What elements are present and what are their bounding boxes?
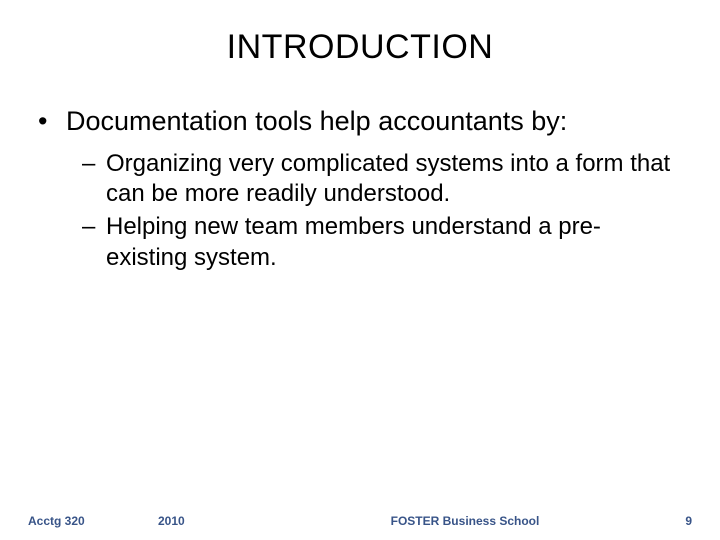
slide-title: INTRODUCTION xyxy=(0,0,720,67)
bullet-level1-text: Documentation tools help accountants by: xyxy=(66,105,567,139)
slide-body: • Documentation tools help accountants b… xyxy=(0,67,720,274)
bullet-level2-text: Organizing very complicated systems into… xyxy=(106,149,682,210)
footer-page-number: 9 xyxy=(642,514,692,528)
bullet-level2: – Organizing very complicated systems in… xyxy=(82,149,682,210)
bullet-dot-icon: • xyxy=(38,105,66,139)
slide: { "title": "INTRODUCTION", "main_bullet"… xyxy=(0,0,720,540)
bullet-level1: • Documentation tools help accountants b… xyxy=(38,105,682,139)
bullet-level2-text: Helping new team members understand a pr… xyxy=(106,212,682,273)
bullet-level2: – Helping new team members understand a … xyxy=(82,212,682,273)
bullet-dash-icon: – xyxy=(82,149,106,210)
footer-course: Acctg 320 xyxy=(28,514,158,528)
bullet-dash-icon: – xyxy=(82,212,106,273)
footer-year: 2010 xyxy=(158,514,288,528)
footer-school: FOSTER Business School xyxy=(288,514,642,528)
slide-footer: Acctg 320 2010 FOSTER Business School 9 xyxy=(0,514,720,528)
